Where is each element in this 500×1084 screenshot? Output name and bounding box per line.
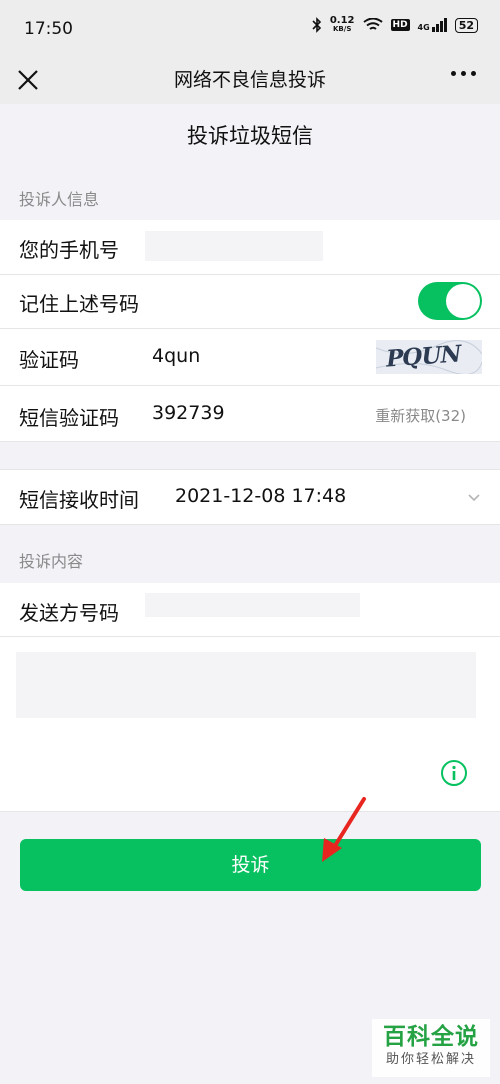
sender-mask — [145, 593, 360, 617]
section-label-complainant: 投诉人信息 — [19, 190, 100, 209]
battery-indicator: 52 — [454, 17, 478, 33]
status-icons: 0.12 KB/S HD 4G 52 — [312, 16, 478, 34]
content-row — [0, 637, 500, 812]
hd-badge: HD — [390, 19, 410, 31]
status-time: 17:50 — [24, 19, 73, 39]
watermark-logo: 百科全说 助你轻松解决 — [372, 1019, 490, 1077]
sms-code-label: 短信验证码 — [19, 406, 119, 430]
phone-row: 您的手机号 — [0, 220, 500, 275]
remember-row: 记住上述号码 — [0, 275, 500, 329]
captcha-row: 验证码 4qun PQUN — [0, 329, 500, 386]
wifi-icon — [362, 18, 383, 30]
network-type: 4G — [417, 23, 430, 32]
net-speed: 0.12 KB/S — [330, 16, 355, 34]
chevron-down-icon — [468, 494, 480, 502]
sender-label: 发送方号码 — [19, 601, 119, 625]
page-title: 投诉垃圾短信 — [187, 124, 313, 148]
section-label-content: 投诉内容 — [19, 552, 84, 571]
info-icon[interactable] — [440, 759, 468, 787]
toggle-knob — [446, 284, 480, 318]
signal-icon: 4G — [418, 18, 447, 32]
remember-toggle[interactable] — [418, 282, 482, 320]
receive-time-row[interactable]: 短信接收时间 2021-12-08 17:48 — [0, 469, 500, 525]
receive-time-label: 短信接收时间 — [19, 488, 139, 512]
nav-bar: 网络不良信息投诉 — [0, 60, 500, 104]
bluetooth-icon — [312, 17, 321, 33]
red-arrow-icon — [322, 797, 366, 862]
watermark-subtitle: 助你轻松解决 — [385, 1052, 476, 1067]
net-speed-value: 0.12 — [329, 15, 355, 26]
remember-label: 记住上述号码 — [19, 292, 139, 316]
sms-code-input[interactable]: 392739 — [152, 402, 225, 424]
sender-row: 发送方号码 392739 — [0, 583, 500, 637]
status-bar: 17:50 0.12 KB/S HD 4G 52 — [0, 0, 500, 60]
sender-input[interactable]: 392739 — [145, 593, 360, 617]
watermark-title: 百科全说 — [383, 1024, 479, 1050]
net-speed-unit: KB/S — [333, 25, 352, 33]
sms-code-row: 短信验证码 392739 重新获取(32) — [0, 386, 500, 442]
submit-button[interactable]: 投诉 — [20, 839, 481, 891]
phone-label: 您的手机号 — [19, 238, 119, 262]
complaint-content-textarea[interactable] — [16, 652, 476, 718]
captcha-image-text: PQUN — [384, 340, 463, 373]
captcha-label: 验证码 — [19, 348, 79, 372]
resend-button[interactable]: 重新获取(32) — [375, 405, 466, 426]
captcha-input[interactable]: 4qun — [152, 345, 200, 367]
more-icon[interactable] — [451, 71, 476, 76]
phone-input[interactable] — [145, 231, 323, 261]
nav-title: 网络不良信息投诉 — [173, 69, 326, 91]
receive-time-value[interactable]: 2021-12-08 17:48 — [175, 485, 346, 507]
captcha-image[interactable]: PQUN — [376, 340, 482, 374]
